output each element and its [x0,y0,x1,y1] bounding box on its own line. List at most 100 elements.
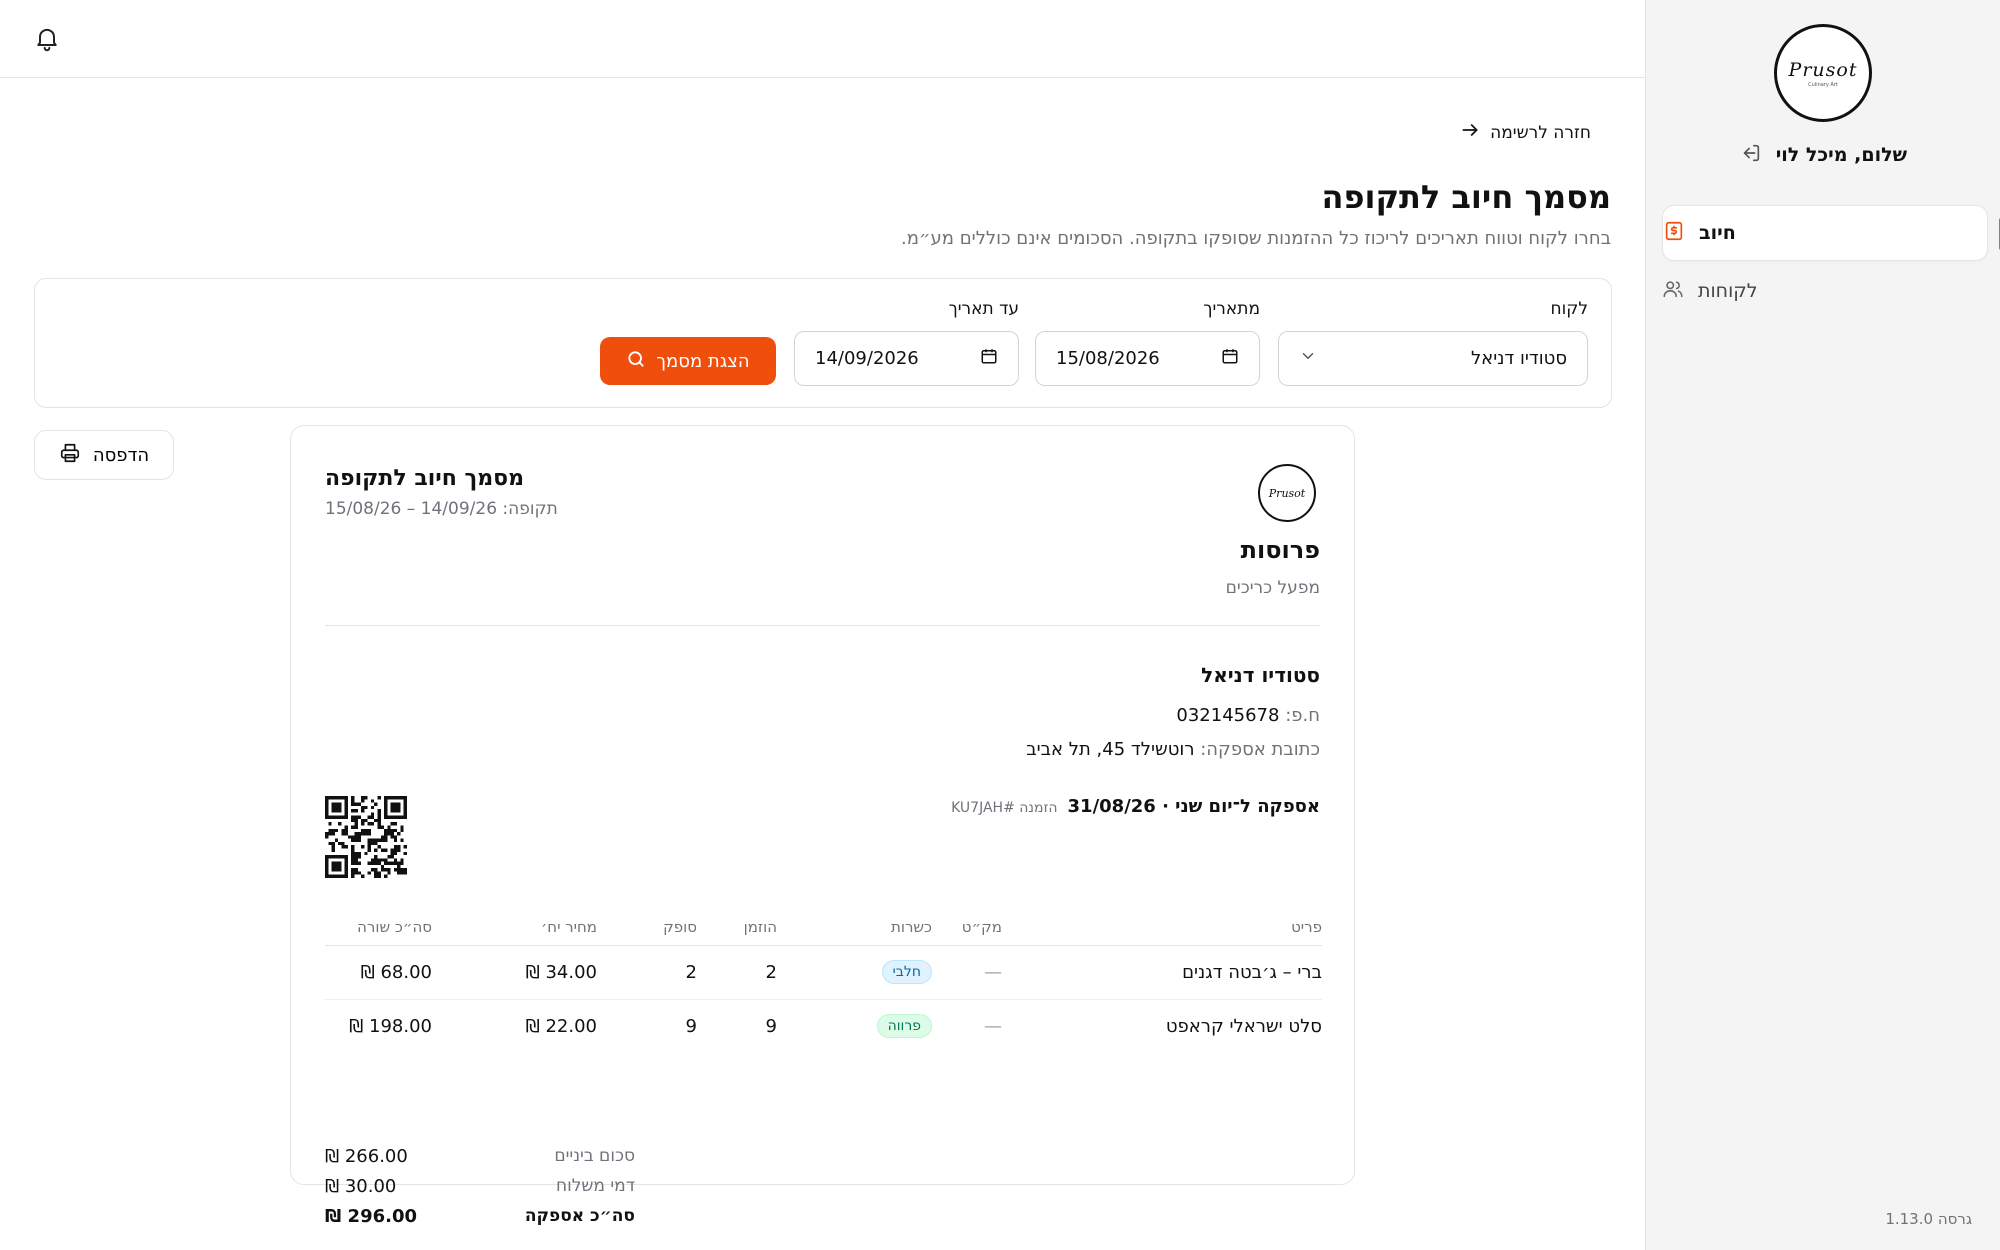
totals-block: סכום ביניים ₪ 266.00 דמי משלוח ₪ 30.00 ס… [325,1141,635,1231]
document-title: מסמך חיוב לתקופה [325,466,525,491]
period-label: תקופה: [502,499,558,519]
cell-item: ברי – ג׳בטה דגנים [1002,945,1322,1000]
logo-subtext: Culinary Art [1808,81,1838,88]
cell-kosher: פרווה [777,999,932,1053]
subtotal-label: סכום ביניים [554,1146,635,1166]
header-line-total: סה״כ שורה [325,909,432,946]
page-title: מסמך חיוב לתקופה [1321,178,1611,216]
cell-unit-price: ₪ 22.00 [432,999,597,1053]
user-greeting: שלום, מיכל לוי [1775,144,1907,166]
header-unit-price: מחיר יח׳ [432,909,597,946]
document-logo-text: Prusot [1268,486,1306,500]
delivery-fee-row: דמי משלוח ₪ 30.00 [325,1171,635,1201]
user-greeting-row: שלום, מיכל לוי [1740,142,1907,168]
show-document-button[interactable]: הצגת מסמך [600,337,776,385]
table-row: ברי – ג׳בטה דגנים — חלבי 2 2 ₪ 34.00 ₪ 6… [325,945,1322,1000]
customer-id-line: ח.פ: 032145678 [1176,705,1320,726]
delivery-total-row: סה״כ אספקה ₪ 296.00 [325,1201,635,1231]
customer-select-value: סטודיו דניאל [1470,348,1567,369]
customer-id-value: 032145678 [1176,705,1280,726]
cell-line-total: ₪ 68.00 [325,945,432,1000]
delivery-fee-label: דמי משלוח [555,1176,635,1196]
printer-icon [59,442,81,469]
unit-price-value: ₪ 34.00 [525,961,597,983]
cell-line-total: ₪ 198.00 [325,999,432,1053]
filter-card: לקוח סטודיו דניאל מתאריך 15/08/2026 עד ת… [34,278,1612,408]
line-total-value: ₪ 198.00 [349,1015,432,1037]
table-header-row: פריט מק״ט כשרות הוזמן סופק מחיר יח׳ סה״כ… [325,909,1322,946]
company-tagline: מפעל כריכים [1225,578,1320,598]
subtotal-value: ₪ 266.00 [325,1145,408,1167]
kosher-badge: פרווה [876,1014,932,1039]
calendar-icon[interactable] [1221,347,1239,370]
page-description: בחרו לקוח וטווח תאריכים לריכוז כל ההזמנו… [900,228,1611,249]
delivery-fee-value: ₪ 30.00 [325,1175,397,1197]
header-supplied: סופק [597,909,697,946]
document-period: תקופה: 15/08/26 – 14/09/26 [325,499,558,519]
calendar-icon[interactable] [980,347,998,370]
document-divider [325,625,1320,626]
header-sku: מק״ט [932,909,1002,946]
header-ordered: הוזמן [697,909,777,946]
billing-document: Prusot פרוסות מפעל כריכים מסמך חיוב לתקו… [290,425,1355,1227]
back-label: חזרה לרשימה [1490,122,1591,143]
billing-icon [1663,220,1685,247]
show-document-label: הצגת מסמך [656,350,750,372]
items-table: פריט מק״ט כשרות הוזמן סופק מחיר יח׳ סה״כ… [325,909,1322,1053]
search-icon [626,349,646,374]
delivery-title: אספקה ל־יום שני · 31/08/26 [1067,796,1320,817]
chevron-down-icon [1299,347,1317,370]
print-button[interactable]: הדפסה [34,430,174,480]
cell-sku: — [932,945,1002,1000]
subtotal-row: סכום ביניים ₪ 266.00 [325,1141,635,1171]
cell-kosher: חלבי [777,945,932,1000]
print-label: הדפסה [92,444,150,466]
qr-code [325,796,407,878]
to-date-input[interactable]: 14/09/2026 [794,331,1019,386]
table-row: סלט ישראלי קראפט — פרווה 9 9 ₪ 22.00 ₪ 1… [325,999,1322,1053]
order-reference: הזמנה #KU7JAH [951,800,1058,816]
sidebar-item-billing[interactable]: חיוב [1662,205,2000,261]
to-date-label: עד תאריך [948,299,1019,319]
line-total-value: ₪ 68.00 [360,961,432,983]
company-name: פרוסות [1240,536,1320,564]
delivery-header: אספקה ל־יום שני · 31/08/26 הזמנה #KU7JAH [951,796,1320,817]
customer-address-line: כתובת אספקה: רוטשילד 45, תל אביב [1026,739,1320,760]
header-kosher: כשרות [777,909,932,946]
customer-label: לקוח [1550,299,1588,319]
cell-supplied: 9 [685,1015,697,1037]
cell-unit-price: ₪ 34.00 [432,945,597,1000]
from-date-value: 15/08/2026 [1056,348,1160,369]
cell-ordered: 2 [697,945,777,1000]
from-date-label: מתאריך [1203,299,1260,319]
delivery-total-value: ₪ 296.00 [325,1205,418,1227]
notifications-bell-icon[interactable] [33,24,61,52]
logo-text: Prusot [1788,58,1858,81]
header-item: פריט [1002,909,1322,946]
document-logo: Prusot [1258,464,1316,522]
from-date-input[interactable]: 15/08/2026 [1035,331,1260,386]
brand-logo: Prusot Culinary Art [1774,24,1872,122]
back-to-list-link[interactable]: חזרה לרשימה [1460,120,1591,145]
logout-icon[interactable] [1740,142,1762,168]
sidebar-nav: חיוב לקוחות [1662,205,2000,319]
cell-ordered: 9 [765,1015,777,1037]
top-bar [0,0,1645,78]
delivery-total-label: סה״כ אספקה [524,1206,635,1226]
users-icon [1662,278,1684,305]
customer-address-label: כתובת אספקה: [1200,739,1320,760]
app-version: גרסה 1.13.0 [1885,1210,1972,1228]
customer-name: סטודיו דניאל [1201,663,1320,687]
sidebar-item-label: חיוב [1699,222,1736,244]
sidebar: Prusot Culinary Art שלום, מיכל לוי חיוב [1645,0,2000,1250]
sidebar-item-customers[interactable]: לקוחות [1662,263,1988,319]
arrow-right-icon [1460,120,1480,145]
customer-address-value: רוטשילד 45, תל אביב [1026,739,1195,760]
period-value: 15/08/26 – 14/09/26 [325,499,498,519]
cell-item: סלט ישראלי קראפט [1165,1015,1322,1037]
to-date-value: 14/09/2026 [815,348,919,369]
kosher-badge: חלבי [881,960,932,984]
sidebar-item-label: לקוחות [1698,280,1758,302]
cell-sku: — [984,1015,1002,1037]
customer-select[interactable]: סטודיו דניאל [1278,331,1588,386]
